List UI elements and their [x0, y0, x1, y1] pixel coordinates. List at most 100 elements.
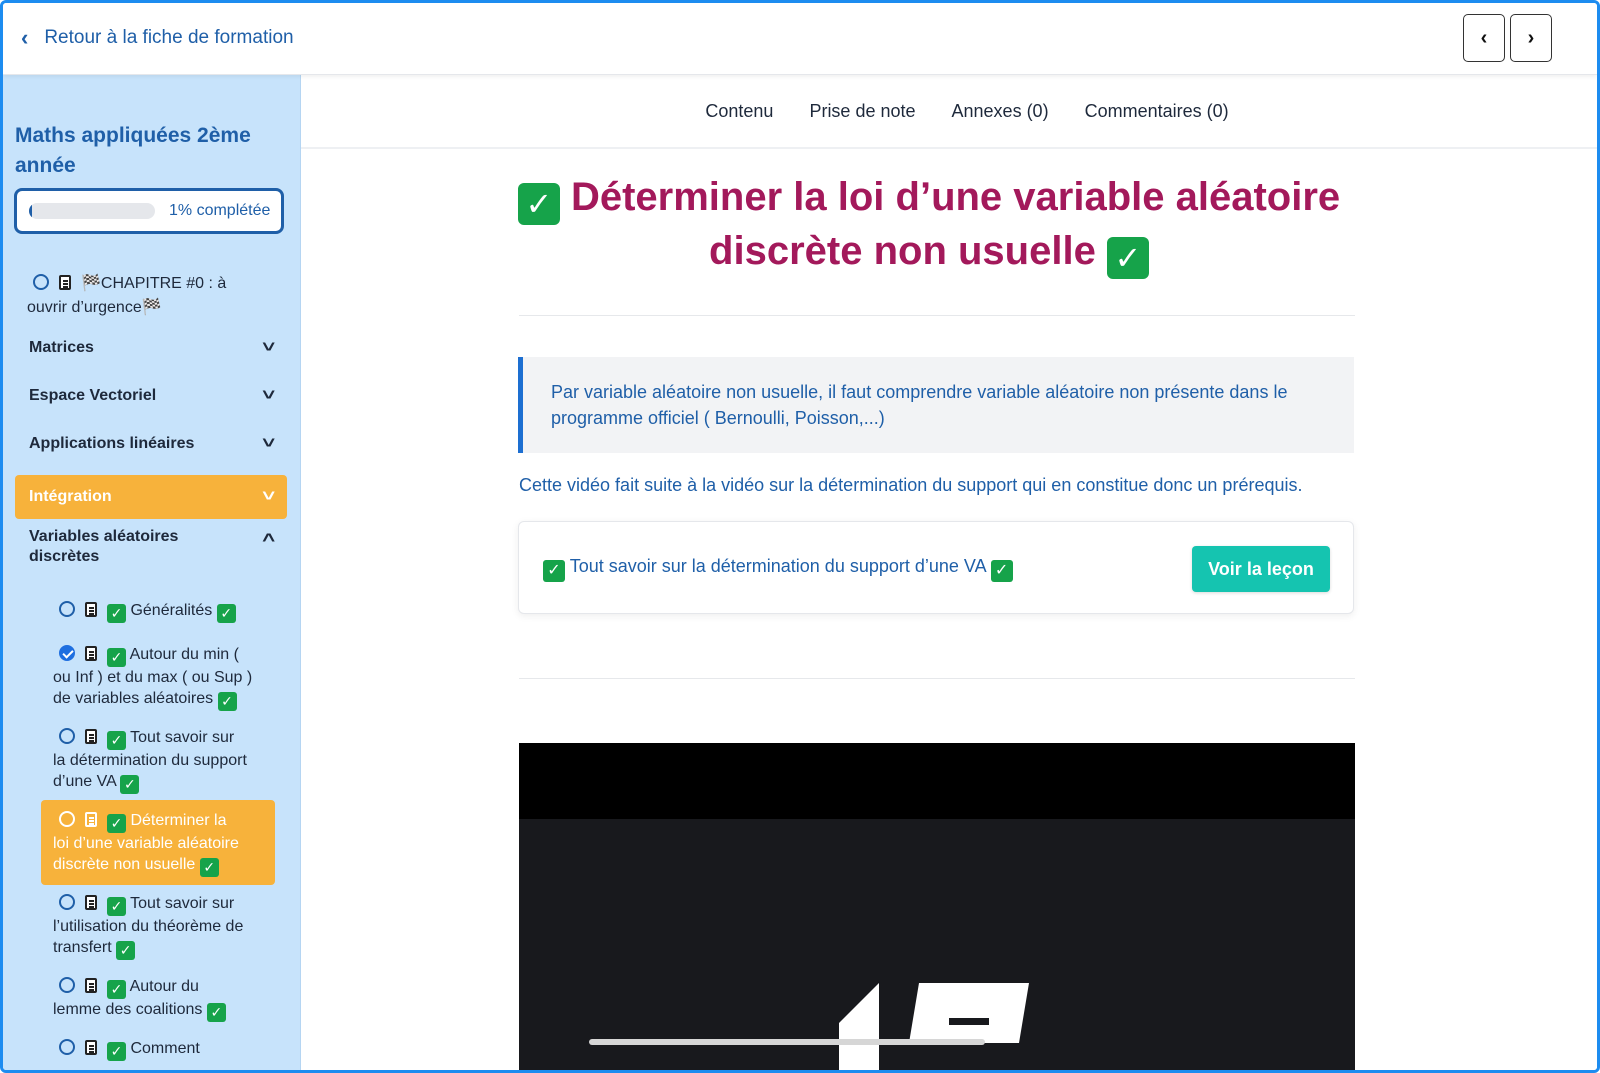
- back-to-course-link[interactable]: ‹ Retour à la fiche de formation: [21, 25, 294, 51]
- document-icon: [85, 812, 97, 827]
- lesson-label-line1: Tout savoir sur: [130, 729, 235, 746]
- check-mark-icon: ✓: [517, 183, 560, 225]
- chevron-down-icon: ˅: [261, 339, 275, 356]
- section-label: Applications linéaires: [29, 435, 195, 452]
- lesson-title: ✓ Déterminer la loi d’une variable aléat…: [501, 171, 1357, 279]
- intro-paragraph: Cette vidéo fait suite à la vidéo sur la…: [519, 475, 1303, 495]
- next-lesson-button[interactable]: ›: [1510, 14, 1552, 62]
- lesson-label-line2: loi d’une variable aléatoire: [53, 835, 239, 852]
- top-bar: ‹ Retour à la fiche de formation ‹ ›: [3, 3, 1597, 75]
- lesson-label-line2: ou Inf ) et du max ( ou Sup ): [53, 669, 253, 686]
- incomplete-radio-icon: [59, 894, 75, 910]
- chevron-left-icon: ‹: [21, 25, 29, 50]
- chevron-left-icon: ‹: [1480, 26, 1488, 49]
- incomplete-radio-icon: [33, 274, 49, 290]
- lesson-label: Généralités: [130, 602, 213, 619]
- lesson-label-line1: Autour du min (: [129, 646, 239, 663]
- document-icon: [85, 729, 97, 744]
- lesson-item-loi-va-non-usuelle[interactable]: ✓ Déterminer la loi d’une variable aléat…: [41, 800, 275, 885]
- previous-lesson-button[interactable]: ‹: [1463, 14, 1505, 62]
- tab-commentaires[interactable]: Commentaires (0): [1085, 101, 1229, 122]
- lesson-label-line3: transfert: [53, 939, 112, 956]
- document-icon: [85, 978, 97, 993]
- divider: [519, 678, 1355, 679]
- section-label-line2: discrètes: [29, 548, 100, 565]
- sidebar-section-variables-aleatoires[interactable]: Variables aléatoires discrètes ˄: [15, 527, 287, 575]
- progress-track: [29, 203, 155, 219]
- chapter-0-line2: ouvrir d’urgence🏁: [27, 299, 162, 316]
- check-mark-icon: ✓: [107, 814, 126, 833]
- lesson-item-theoreme-transfert[interactable]: ✓ Tout savoir sur l’utilisation du théor…: [41, 893, 275, 960]
- lesson-label-line1: Comment: [130, 1040, 200, 1057]
- check-mark-icon: ✓: [107, 731, 126, 750]
- document-icon: [85, 895, 97, 910]
- video-player[interactable]: [519, 743, 1355, 1070]
- section-label: Intégration: [29, 488, 112, 505]
- lesson-item-support-va[interactable]: ✓ Tout savoir sur la détermination du su…: [41, 727, 275, 794]
- lesson-label-line3: d’une VA: [53, 773, 116, 790]
- lesson-label-line3: de variables aléatoires: [53, 690, 214, 707]
- lesson-label-line1: Déterminer la: [130, 812, 227, 829]
- lesson-label-line1: Autour du: [129, 978, 199, 995]
- document-icon: [59, 275, 71, 290]
- document-icon: [85, 646, 97, 661]
- sidebar-section-espace-vectoriel[interactable]: Espace Vectoriel ˅: [15, 381, 287, 411]
- lesson-label-line2: la détermination du support: [53, 752, 247, 769]
- sidebar-section-integration[interactable]: Intégration ˅: [15, 475, 287, 519]
- section-label: Matrices: [29, 339, 94, 356]
- chapter-0-line1: 🏁CHAPITRE #0 : à: [81, 275, 227, 292]
- video-letterbox: [519, 743, 1355, 819]
- section-label-line1: Variables aléatoires: [29, 528, 179, 545]
- lesson-label-line1: Tout savoir sur: [130, 895, 235, 912]
- check-mark-icon: ✓: [217, 692, 237, 711]
- lesson-label-line2: l’utilisation du théorème de: [53, 918, 244, 935]
- content-tabs: Contenu Prise de note Annexes (0) Commen…: [301, 75, 1597, 149]
- section-label: Variables aléatoires discrètes: [29, 527, 178, 567]
- app-window: ‹ Retour à la fiche de formation ‹ › Mat…: [0, 0, 1600, 1073]
- progress-fill: [29, 203, 32, 219]
- chevron-down-icon: ˅: [261, 387, 275, 404]
- video-scrubber[interactable]: [589, 1039, 985, 1045]
- incomplete-radio-icon: [59, 601, 75, 617]
- check-mark-icon: ✓: [206, 1003, 226, 1022]
- section-label: Espace Vectoriel: [29, 387, 157, 404]
- check-mark-icon: ✓: [107, 897, 126, 916]
- check-mark-icon: ✓: [199, 858, 219, 877]
- incomplete-radio-icon: [59, 811, 75, 827]
- incomplete-radio-icon: [59, 1039, 75, 1055]
- video-logo-icon: [839, 983, 1029, 1070]
- check-mark-icon: ✓: [107, 980, 126, 999]
- check-mark-icon: ✓: [107, 604, 126, 623]
- sidebar-section-applications-lineaires[interactable]: Applications linéaires ˅: [15, 429, 287, 459]
- tab-contenu[interactable]: Contenu: [705, 101, 773, 122]
- sidebar-item-chapter-0[interactable]: 🏁CHAPITRE #0 : à ouvrir d’urgence🏁: [27, 272, 277, 320]
- related-lesson-card: ✓ Tout savoir sur la détermination du su…: [518, 521, 1354, 614]
- related-lesson-title: ✓ Tout savoir sur la détermination du su…: [543, 556, 1013, 582]
- view-lesson-button[interactable]: Voir la leçon: [1192, 546, 1330, 592]
- check-mark-icon: ✓: [216, 604, 236, 623]
- sidebar-section-matrices[interactable]: Matrices ˅: [15, 333, 287, 363]
- lesson-item-comment[interactable]: ✓ Comment: [41, 1038, 275, 1061]
- check-mark-icon: ✓: [116, 941, 136, 960]
- lesson-item-lemme-coalitions[interactable]: ✓ Autour du lemme des coalitions ✓: [41, 976, 275, 1022]
- related-lesson-label: Tout savoir sur la détermination du supp…: [569, 556, 986, 576]
- progress-label: 1% complétée: [169, 202, 271, 219]
- chevron-up-icon: ˄: [261, 530, 275, 547]
- check-mark-icon: ✓: [990, 560, 1013, 582]
- document-icon: [85, 1040, 97, 1055]
- lesson-main-content: Contenu Prise de note Annexes (0) Commen…: [301, 75, 1597, 1070]
- check-mark-icon: ✓: [107, 648, 126, 667]
- check-mark-icon: ✓: [543, 560, 565, 582]
- lesson-item-min-max[interactable]: ✓ Autour du min ( ou Inf ) et du max ( o…: [41, 644, 275, 711]
- tab-prise-de-note[interactable]: Prise de note: [809, 101, 915, 122]
- lesson-item-generalites[interactable]: ✓ Généralités ✓: [41, 600, 275, 623]
- progress-indicator: 1% complétée: [14, 188, 284, 234]
- tab-annexes[interactable]: Annexes (0): [952, 101, 1049, 122]
- lesson-title-line2: discrète non usuelle: [709, 229, 1096, 273]
- divider: [519, 315, 1355, 316]
- lesson-title-line1: Déterminer la loi d’une variable aléatoi…: [570, 175, 1341, 219]
- completed-check-icon: [59, 645, 75, 661]
- course-title: Maths appliquées 2ème année: [15, 124, 251, 177]
- back-link-label: Retour à la fiche de formation: [44, 27, 294, 48]
- check-mark-icon: ✓: [120, 775, 140, 794]
